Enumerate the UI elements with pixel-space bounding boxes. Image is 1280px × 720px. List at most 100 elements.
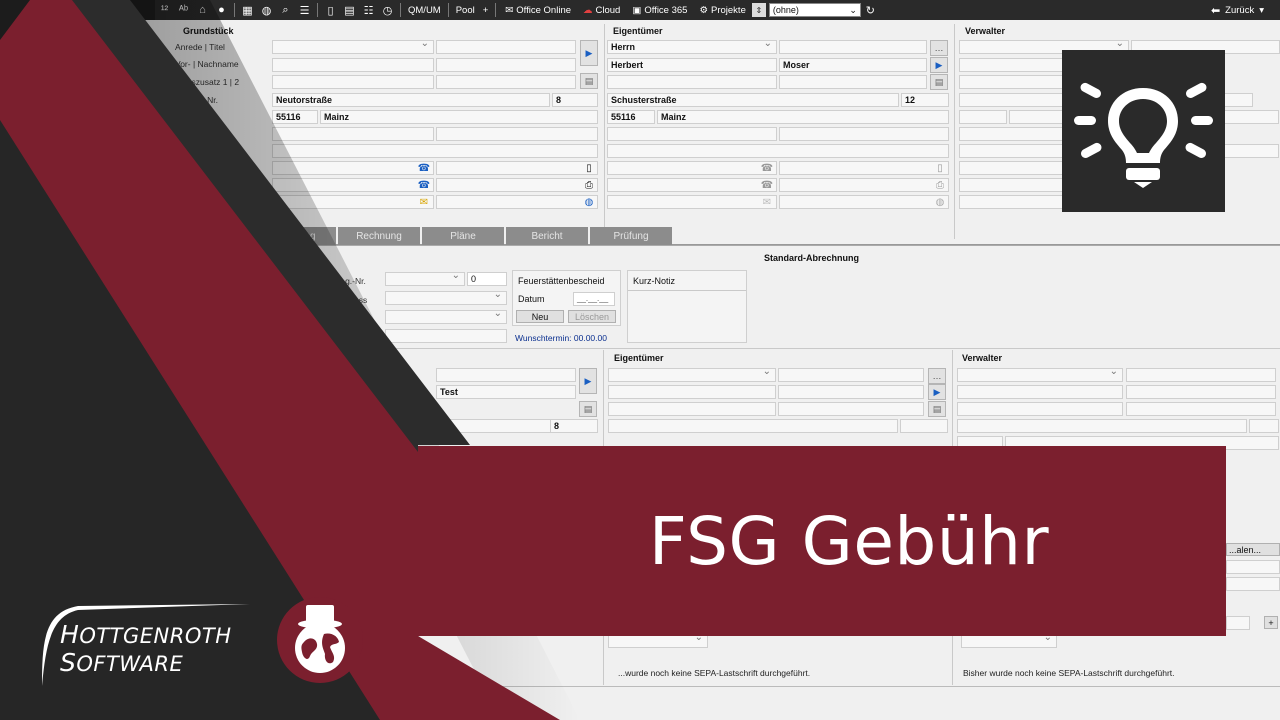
project-select[interactable]: (ohne) ⌄: [768, 3, 861, 17]
extra1-field[interactable]: [272, 127, 434, 141]
reg-nr-select[interactable]: [385, 272, 465, 286]
eigentuemer-mobile-field[interactable]: [779, 161, 949, 175]
fax-field[interactable]: [436, 178, 598, 192]
checklist-icon[interactable]: ☷: [359, 0, 378, 20]
contact-card-icon[interactable]: ▤: [580, 73, 598, 89]
tab-abrechnung[interactable]: ...ung: [270, 227, 336, 245]
vorname-field[interactable]: [272, 58, 434, 72]
eigentuemer-phone-icon[interactable]: ☎: [760, 162, 774, 174]
zusatz1-field[interactable]: [272, 75, 434, 89]
eigentuemer-city-field[interactable]: Mainz: [657, 110, 949, 124]
office-365-button[interactable]: ▣ Office 365: [626, 5, 693, 16]
user-icon[interactable]: ●: [212, 0, 231, 20]
lower-eigentuemer-next-button[interactable]: ▶: [928, 384, 946, 400]
lower-eigentuemer-street[interactable]: [608, 419, 898, 433]
lower-test-field[interactable]: Test: [436, 385, 576, 399]
lower-eigentuemer-field4[interactable]: [608, 402, 776, 416]
phone-field[interactable]: [272, 161, 434, 175]
anrede-select[interactable]: [272, 40, 434, 54]
lower-verwalter-select[interactable]: [957, 368, 1123, 382]
document-icon[interactable]: ▯: [321, 0, 340, 20]
lower-field-a[interactable]: [436, 368, 576, 382]
lower-more-button[interactable]: …: [928, 368, 946, 384]
eigentuemer-extra2-field[interactable]: [779, 127, 949, 141]
lower-verwalter-field5[interactable]: [1126, 402, 1276, 416]
eigentuemer-fax-icon[interactable]: ⎙: [933, 179, 947, 191]
fax-icon[interactable]: ⎙: [582, 179, 596, 191]
toolbar-pool[interactable]: Pool: [452, 5, 479, 16]
neu-button[interactable]: Neu: [516, 310, 564, 323]
eigentuemer-extra1-field[interactable]: [607, 127, 777, 141]
numbering-icon[interactable]: ¹²: [155, 0, 174, 20]
eigentuemer-web-field[interactable]: [779, 195, 949, 209]
cloud-button[interactable]: ☁ Cloud: [577, 5, 626, 16]
eigentuemer-zusatz2-field[interactable]: [779, 75, 927, 89]
phone2-field[interactable]: [272, 178, 434, 192]
titel-field[interactable]: [436, 40, 576, 54]
lower-verwalter-street[interactable]: [957, 419, 1247, 433]
web-field[interactable]: [436, 195, 598, 209]
lower-house-no-field[interactable]: 8: [550, 419, 598, 433]
lower-partial-button[interactable]: ...alen...: [1226, 543, 1280, 556]
lower-verwalter-sepa-select[interactable]: [961, 634, 1057, 648]
web-icon[interactable]: ◍: [582, 196, 596, 208]
zip-field[interactable]: 55116: [272, 110, 318, 124]
next-arrow-button[interactable]: ▶: [580, 40, 598, 66]
lower-verwalter-field2[interactable]: [957, 385, 1123, 399]
tab-bericht[interactable]: Bericht: [506, 227, 588, 245]
extra2-field[interactable]: [436, 127, 598, 141]
mobile-icon[interactable]: ▯: [582, 162, 596, 174]
more-button[interactable]: …: [930, 40, 948, 56]
lower-eigentuemer-card-icon[interactable]: ▤: [928, 401, 946, 417]
lower-eigentuemer-field5[interactable]: [778, 402, 924, 416]
lower-verwalter-house-no[interactable]: [1249, 419, 1279, 433]
eigentuemer-card-icon[interactable]: ▤: [930, 74, 948, 90]
refresh-icon[interactable]: ↻: [861, 0, 880, 20]
tab-pruefung[interactable]: Prüfung: [590, 227, 672, 245]
eigentuemer-phone-field[interactable]: [607, 161, 777, 175]
eigentuemer-zip-field[interactable]: 55116: [607, 110, 655, 124]
list-icon[interactable]: ☰: [295, 0, 314, 20]
geschoss-select[interactable]: [385, 291, 507, 305]
eigentuemer-email-icon[interactable]: ✉: [760, 196, 774, 208]
clock-icon[interactable]: ◷: [378, 0, 397, 20]
loeschen-button[interactable]: Löschen: [568, 310, 616, 323]
lower-eigentuemer-select[interactable]: [608, 368, 776, 382]
misc-field[interactable]: [385, 329, 507, 343]
eigentuemer-street-field[interactable]: Schusterstraße: [607, 93, 899, 107]
eigentuemer-salutation-select[interactable]: Herrn: [607, 40, 777, 54]
home-icon[interactable]: ⌂: [193, 0, 212, 20]
email-icon[interactable]: ✉: [417, 196, 431, 208]
phone-icon[interactable]: ☎: [417, 162, 431, 174]
lower-verwalter-field3[interactable]: [1126, 385, 1276, 399]
sort-icon[interactable]: ⇕: [751, 3, 766, 17]
projekte-button[interactable]: ⚙ Projekte: [693, 5, 751, 16]
eigentuemer-lastname-field[interactable]: Moser: [779, 58, 927, 72]
lower-eigentuemer-field3[interactable]: [778, 385, 924, 399]
lower-eigentuemer-house-no[interactable]: [900, 419, 948, 433]
eigentuemer-zusatz1-field[interactable]: [607, 75, 777, 89]
lower-right-field[interactable]: [1226, 560, 1280, 574]
eigentuemer-firstname-field[interactable]: Herbert: [607, 58, 777, 72]
grid-icon[interactable]: ▦: [238, 0, 257, 20]
tab-rechnung[interactable]: Rechnung: [338, 227, 420, 245]
calendar-icon[interactable]: ▤: [340, 0, 359, 20]
eigentuemer-email-field[interactable]: [607, 195, 777, 209]
eigentuemer-web-icon[interactable]: ◍: [933, 196, 947, 208]
verwalter-zip-field[interactable]: [959, 110, 1007, 124]
zusatz2-field[interactable]: [436, 75, 576, 89]
lower-verwalter-field4[interactable]: [957, 402, 1123, 416]
eigentuemer-house-no-field[interactable]: 12: [901, 93, 949, 107]
eigentuemer-extra3-field[interactable]: [607, 144, 949, 158]
extra3-field[interactable]: [272, 144, 598, 158]
eigentuemer-fax-field[interactable]: [779, 178, 949, 192]
toolbar-plus[interactable]: +: [479, 5, 493, 16]
lower-right-field2[interactable]: [1226, 577, 1280, 591]
eigentuemer-title-field[interactable]: [779, 40, 927, 54]
datum-field[interactable]: __.__.__: [573, 292, 615, 306]
search-icon[interactable]: ⌕: [276, 0, 295, 20]
globe-icon[interactable]: ◍: [257, 0, 276, 20]
eigentuemer-next-button[interactable]: ▶: [930, 57, 948, 73]
lower-eigentuemer-field[interactable]: [778, 368, 924, 382]
eigentuemer-phone2-field[interactable]: [607, 178, 777, 192]
